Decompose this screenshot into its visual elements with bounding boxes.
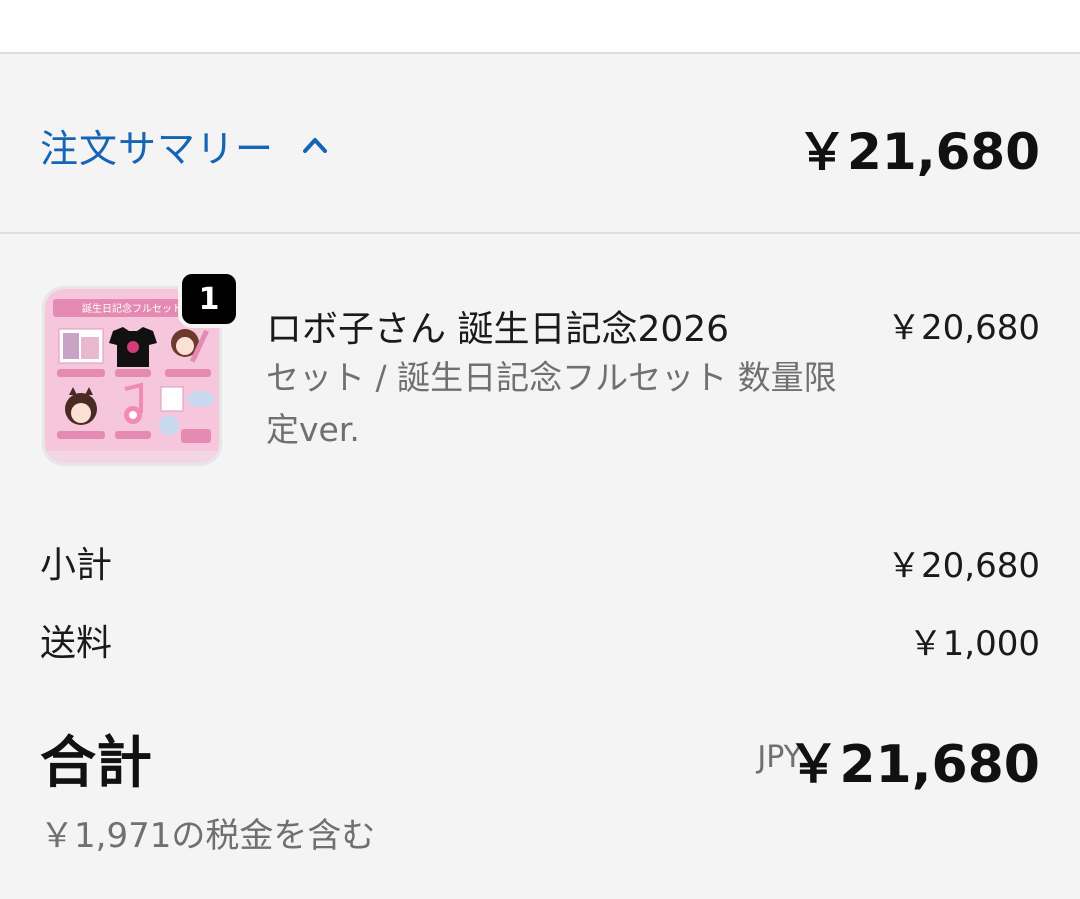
line-item-price: ￥20,680 (887, 308, 1040, 348)
total-label: 合計 (40, 731, 152, 796)
shipping-label: 送料 (40, 623, 113, 664)
order-summary-toggle[interactable]: 注文サマリー (40, 118, 328, 172)
total-value: ￥21,680 (787, 735, 1040, 795)
chevron-up-icon (302, 136, 328, 154)
top-strip (0, 0, 1080, 54)
quantity-badge: 1 (178, 270, 240, 328)
subtotal-value: ￥20,680 (887, 546, 1040, 586)
tax-note: ￥1,971の税金を含む (40, 816, 376, 856)
subtotal-label: 小計 (40, 545, 113, 586)
shipping-value: ￥1,000 (908, 624, 1040, 664)
line-item-thumbnail: 誕生日記念フルセット 1 (42, 270, 240, 466)
line-item-title: ロボ子さん 誕生日記念2026 (266, 309, 730, 350)
order-summary-label: 注文サマリー (40, 126, 275, 171)
svg-text:誕生日記念フルセット: 誕生日記念フルセット (82, 302, 182, 315)
line-item-variant: セット / 誕生日記念フルセット 数量限定ver. (266, 358, 837, 449)
order-summary-total: ￥21,680 (797, 123, 1040, 181)
